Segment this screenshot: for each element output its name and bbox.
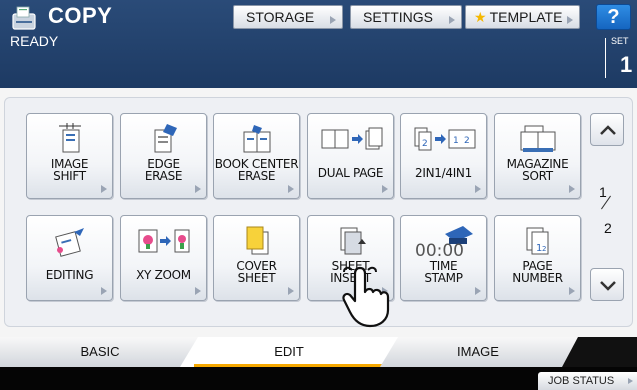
tab-label: BASIC <box>80 344 120 359</box>
storage-label: STORAGE <box>246 9 315 25</box>
time-stamp-icon: 00:00 <box>415 226 473 258</box>
svg-text:2: 2 <box>422 139 428 149</box>
settings-label: SETTINGS <box>363 9 434 25</box>
help-button[interactable]: ? <box>596 4 631 30</box>
tab-image[interactable]: IMAGE <box>378 337 578 367</box>
function-label: ERASE <box>237 169 276 183</box>
tab-basic[interactable]: BASIC <box>0 337 200 367</box>
tab-label: EDIT <box>274 344 304 359</box>
function-label: 2IN1/4IN1 <box>415 166 472 180</box>
storage-button[interactable]: STORAGE <box>233 5 343 29</box>
copier-icon <box>12 6 36 30</box>
page-total: 2 <box>604 220 612 236</box>
corner-triangle-icon <box>475 185 481 193</box>
sheet-insert-icon <box>340 227 366 255</box>
image-shift-button[interactable]: IMAGE SHIFT <box>26 113 113 199</box>
page-up-button[interactable] <box>590 113 624 146</box>
book-center-erase-button[interactable]: BOOK CENTER ERASE <box>213 113 300 199</box>
header-bar: COPY STORAGE SETTINGS ★ TEMPLATE ? READY… <box>0 0 637 88</box>
cover-sheet-icon <box>246 226 268 255</box>
function-label: STAMP <box>424 271 463 285</box>
corner-triangle-icon <box>195 185 201 193</box>
time-stamp-button[interactable]: 00:00 TIME STAMP <box>400 215 487 301</box>
dual-page-button[interactable]: DUAL PAGE <box>307 113 394 199</box>
xy-zoom-button[interactable]: XY ZOOM <box>120 215 207 301</box>
machine-status: READY <box>10 33 59 49</box>
tab-bar: BASIC IMAGE EDIT <box>0 337 637 367</box>
template-button[interactable]: ★ TEMPLATE <box>465 5 580 29</box>
corner-triangle-icon <box>195 287 201 295</box>
corner-triangle-icon <box>382 185 388 193</box>
edge-erase-button[interactable]: EDGE ERASE <box>120 113 207 199</box>
corner-triangle-icon <box>569 287 575 295</box>
app-title: COPY <box>48 3 113 28</box>
function-label: ERASE <box>144 169 183 183</box>
svg-text:1: 1 <box>453 136 459 146</box>
set-count: 1 <box>620 52 633 77</box>
image-shift-icon <box>58 123 81 153</box>
svg-text:2: 2 <box>542 245 546 253</box>
page-number-button[interactable]: 1 2 PAGE NUMBER <box>494 215 581 301</box>
corner-triangle-icon <box>628 378 633 384</box>
chevron-up-icon <box>600 125 616 135</box>
page-number-icon: 1 2 <box>526 227 548 255</box>
magazine-sort-icon <box>520 125 555 152</box>
job-status-label: JOB STATUS <box>548 375 615 387</box>
magazine-sort-button[interactable]: MAGAZINE SORT <box>494 113 581 199</box>
set-divider <box>605 38 606 78</box>
corner-triangle-icon <box>101 287 107 295</box>
corner-triangle-icon <box>101 185 107 193</box>
corner-triangle-icon <box>288 287 294 295</box>
function-label: NUMBER <box>512 271 563 285</box>
page-down-button[interactable] <box>590 268 624 301</box>
edge-erase-icon <box>154 124 177 153</box>
function-label: SHIFT <box>53 169 86 183</box>
function-label: SHEET <box>237 271 276 285</box>
cover-sheet-button[interactable]: COVER SHEET <box>213 215 300 301</box>
editing-button[interactable]: EDITING <box>26 215 113 301</box>
svg-text:2: 2 <box>464 136 470 146</box>
settings-button[interactable]: SETTINGS <box>350 5 462 29</box>
2in1-4in1-button[interactable]: 2 1 2 2IN1/4IN1 <box>400 113 487 199</box>
function-label: DUAL PAGE <box>317 166 384 180</box>
function-label: XY ZOOM <box>136 268 191 282</box>
stamp-time-text: 00:00 <box>415 241 464 258</box>
page-current: 1 <box>599 184 607 200</box>
copier-screen: COPY STORAGE SETTINGS ★ TEMPLATE ? READY… <box>0 0 637 390</box>
template-label: TEMPLATE <box>489 9 563 25</box>
corner-triangle-icon <box>567 16 573 24</box>
corner-triangle-icon <box>330 16 336 24</box>
star-icon: ★ <box>474 8 487 25</box>
job-status-button[interactable]: JOB STATUS <box>538 372 637 390</box>
tab-label: IMAGE <box>457 344 499 359</box>
editing-icon <box>54 228 84 257</box>
tab-edit[interactable]: EDIT <box>180 337 398 367</box>
set-label: SET <box>611 36 629 46</box>
corner-triangle-icon <box>288 185 294 193</box>
function-label: SORT <box>522 169 553 183</box>
book-center-erase-icon <box>243 125 270 153</box>
corner-triangle-icon <box>449 16 455 24</box>
chevron-down-icon <box>600 281 616 291</box>
corner-triangle-icon <box>569 185 575 193</box>
corner-triangle-icon <box>475 287 481 295</box>
function-label: EDITING <box>45 268 94 282</box>
hand-cursor-icon <box>342 266 390 328</box>
xy-zoom-icon <box>138 229 189 253</box>
dual-page-icon <box>321 127 382 150</box>
2in1-4in1-icon: 2 1 2 <box>414 127 475 151</box>
